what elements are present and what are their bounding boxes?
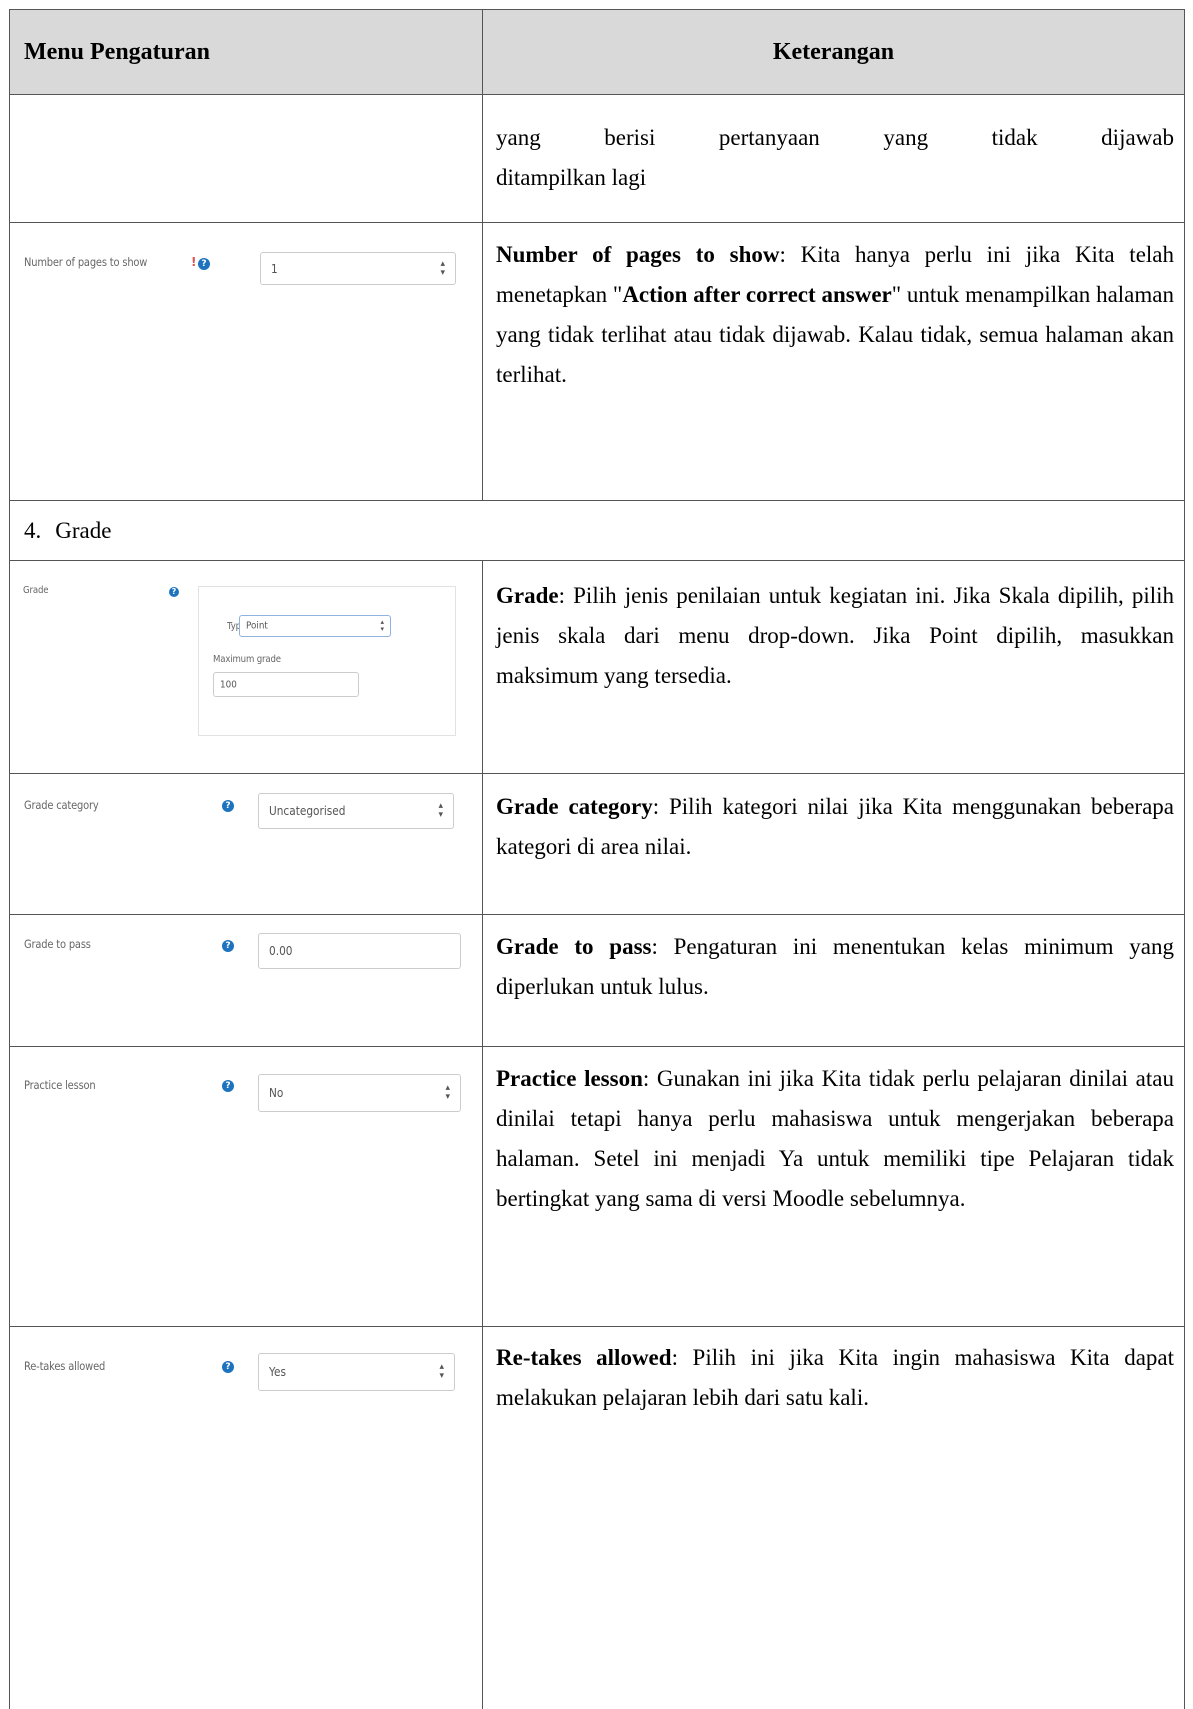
exclamation-icon: ! [191, 255, 197, 269]
term-grade: Grade [496, 583, 559, 608]
grade-category-label: Grade category [24, 798, 99, 812]
grade-category-select[interactable]: Uncategorised ▴ ▾ [258, 793, 454, 829]
settings-table: Menu Pengaturan Keterangan yang berisi p… [9, 9, 1185, 1709]
term-practice-lesson: Practice lesson [496, 1066, 643, 1091]
maximum-grade-label: Maximum grade [213, 654, 281, 665]
select-value: Yes [269, 1365, 287, 1379]
header-cell-keterangan: Keterangan [483, 10, 1184, 94]
description-cell: Grade to pass: Pengaturan ini menentukan… [483, 915, 1184, 1046]
description-cell: Grade category: Pilih kategori nilai jik… [483, 774, 1184, 914]
number-of-pages-select[interactable]: 1 ▴ ▾ [260, 252, 456, 285]
table-row: Grade ? Type Point ▴ ▾ Maximum grade 100 … [10, 560, 1184, 773]
description-text: Re-takes allowed: Pilih ini jika Kita in… [496, 1338, 1174, 1418]
select-value: 1 [271, 261, 278, 276]
header-cell-menu: Menu Pengaturan [10, 10, 483, 94]
term-number-of-pages: Number of pages to show [496, 242, 780, 267]
maximum-grade-input[interactable]: 100 [213, 672, 359, 697]
question-circle-icon[interactable]: ? [222, 800, 234, 812]
table-row: Number of pages to show ! ? 1 ▴ ▾ Number … [10, 222, 1184, 500]
grade-to-pass-input[interactable]: 0.00 [258, 933, 461, 969]
input-value: 100 [220, 679, 237, 690]
table-header: Menu Pengaturan Keterangan [10, 9, 1184, 94]
section-number: 4. [24, 517, 42, 543]
description-cell: Number of pages to show: Kita hanya perl… [483, 223, 1184, 500]
header-menu-pengaturan: Menu Pengaturan [24, 38, 210, 65]
practice-lesson-select[interactable]: No ▴ ▾ [258, 1074, 461, 1112]
description-text: Grade category: Pilih kategori nilai jik… [496, 787, 1174, 867]
term-grade-to-pass: Grade to pass [496, 934, 652, 959]
description-text: Grade: Pilih jenis penilaian untuk kegia… [496, 576, 1174, 696]
header-keterangan: Keterangan [772, 38, 895, 65]
up-down-caret-icon: ▴ ▾ [380, 618, 384, 633]
term-action-after-correct: Action after correct answer [622, 282, 892, 307]
question-circle-icon[interactable]: ? [222, 1361, 234, 1373]
grade-fieldset: Type Point ▴ ▾ Maximum grade 100 [198, 586, 456, 736]
term-grade-category: Grade category [496, 794, 653, 819]
question-circle-icon[interactable]: ? [222, 940, 234, 952]
section-title: Grade [55, 517, 112, 543]
select-value: Point [246, 620, 268, 632]
description-cell: Practice lesson: Gunakan ini jika Kita t… [483, 1047, 1184, 1326]
menu-cell: Re-takes allowed ? Yes ▴ ▾ [10, 1327, 483, 1709]
select-value: No [269, 1086, 284, 1100]
input-value: 0.00 [269, 944, 293, 958]
number-of-pages-label: Number of pages to show [24, 255, 148, 269]
section-heading-row: 4. Grade [10, 500, 1184, 560]
description-text: yang berisi pertanyaan yang tidak dijawa… [496, 118, 1174, 198]
term-retakes-allowed: Re-takes allowed [496, 1345, 672, 1370]
description-part: : Pilih jenis penilaian untuk kegiatan i… [496, 583, 1174, 688]
table-row: Grade category ? Uncategorised ▴ ▾ Grade … [10, 773, 1184, 914]
up-down-caret-icon: ▴ ▾ [440, 258, 445, 278]
menu-cell: Number of pages to show ! ? 1 ▴ ▾ [10, 223, 483, 500]
grade-label: Grade [23, 585, 49, 596]
grade-to-pass-label: Grade to pass [24, 937, 91, 951]
description-cell: Grade: Pilih jenis penilaian untuk kegia… [483, 561, 1184, 773]
practice-lesson-label: Practice lesson [24, 1078, 96, 1092]
description-line: yang berisi pertanyaan yang tidak dijawa… [496, 125, 1174, 150]
description-cell: yang berisi pertanyaan yang tidak dijawa… [483, 95, 1184, 222]
up-down-caret-icon: ▴ ▾ [439, 1362, 444, 1381]
description-line: ditampilkan lagi [496, 165, 647, 190]
retakes-allowed-select[interactable]: Yes ▴ ▾ [258, 1353, 455, 1391]
menu-cell: Practice lesson ? No ▴ ▾ [10, 1047, 483, 1326]
question-circle-icon[interactable]: ? [198, 258, 210, 270]
question-circle-icon[interactable]: ? [222, 1080, 234, 1092]
menu-cell: Grade category ? Uncategorised ▴ ▾ [10, 774, 483, 914]
up-down-caret-icon: ▴ ▾ [438, 801, 443, 820]
grade-type-select[interactable]: Point ▴ ▾ [239, 615, 391, 637]
question-circle-icon[interactable]: ? [169, 587, 179, 597]
select-value: Uncategorised [269, 804, 346, 818]
description-text: Practice lesson: Gunakan ini jika Kita t… [496, 1059, 1174, 1219]
table-row: Practice lesson ? No ▴ ▾ Practice lesson:… [10, 1046, 1184, 1326]
description-cell: Re-takes allowed: Pilih ini jika Kita in… [483, 1327, 1184, 1709]
menu-cell: Grade to pass ? 0.00 [10, 915, 483, 1046]
menu-cell: Grade ? Type Point ▴ ▾ Maximum grade 100 [10, 561, 483, 773]
menu-cell [10, 95, 483, 222]
description-text: Number of pages to show: Kita hanya perl… [496, 235, 1174, 395]
description-text: Grade to pass: Pengaturan ini menentukan… [496, 927, 1174, 1007]
retakes-allowed-label: Re-takes allowed [24, 1359, 106, 1373]
table-row: Re-takes allowed ? Yes ▴ ▾ Re-takes allow… [10, 1326, 1184, 1709]
section-heading: 4. Grade [24, 501, 111, 560]
table-row: yang berisi pertanyaan yang tidak dijawa… [10, 94, 1184, 222]
up-down-caret-icon: ▴ ▾ [445, 1083, 450, 1102]
table-row: Grade to pass ? 0.00 Grade to pass: Peng… [10, 914, 1184, 1046]
